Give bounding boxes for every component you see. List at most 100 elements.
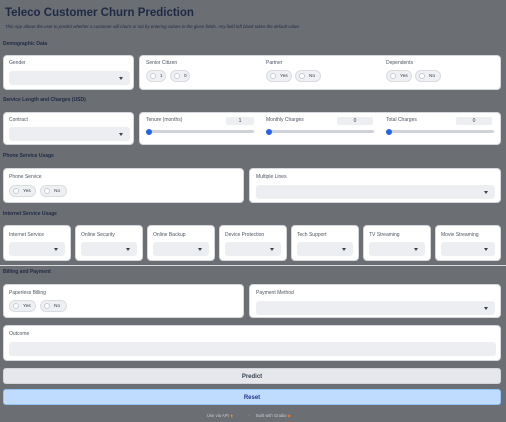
partner-label: Partner bbox=[266, 60, 283, 66]
outcome-textbox[interactable] bbox=[9, 342, 496, 356]
chevron-down-icon bbox=[126, 248, 130, 251]
radio-dot bbox=[419, 73, 425, 79]
device-protection-dropdown[interactable] bbox=[225, 242, 281, 256]
monthly-charges-slider-handle[interactable] bbox=[266, 128, 272, 135]
multiple-lines-dropdown[interactable] bbox=[256, 185, 495, 199]
outcome-panel: Outcome bbox=[3, 325, 501, 361]
section-billing: Billing and Payment bbox=[3, 269, 51, 275]
radio-dot bbox=[270, 73, 276, 79]
internet-service-dropdown[interactable] bbox=[9, 242, 65, 256]
payment-method-panel: Payment Method bbox=[249, 284, 501, 318]
tenure-slider-handle[interactable] bbox=[146, 128, 152, 135]
device-protection-label: Device Protection bbox=[225, 232, 265, 238]
page-description: This App allows the user to predict whet… bbox=[5, 24, 300, 29]
dependents-radio-yes[interactable]: Yes bbox=[386, 70, 412, 82]
phone-service-radio-no[interactable]: No bbox=[40, 185, 67, 197]
online-security-label: Online Security bbox=[81, 232, 115, 238]
section-demographic: Demographic Data bbox=[3, 41, 48, 47]
contract-dropdown[interactable] bbox=[9, 127, 130, 141]
radio-dot bbox=[13, 188, 19, 194]
total-charges-number-input[interactable]: 0 bbox=[456, 117, 492, 125]
device-protection-panel: Device Protection bbox=[219, 225, 287, 261]
monthly-charges-slider-track[interactable] bbox=[266, 130, 374, 133]
radio-dot bbox=[390, 73, 396, 79]
use-via-api-link[interactable]: Use via API ★ bbox=[207, 413, 234, 418]
online-backup-dropdown[interactable] bbox=[153, 242, 209, 256]
internet-service-panel: Internet Service bbox=[3, 225, 71, 261]
radio-dot bbox=[174, 73, 180, 79]
chevron-down-icon bbox=[414, 248, 418, 251]
paperless-billing-radio-yes[interactable]: Yes bbox=[9, 300, 36, 312]
charges-panel: Tenure (months) 1 Monthly Charges 0 Tota… bbox=[139, 112, 501, 145]
phone-service-panel: Phone Service Yes No bbox=[3, 168, 244, 203]
built-with-gradio-link[interactable]: Built with Gradio ◆ bbox=[256, 413, 291, 418]
internet-service-label: Internet Service bbox=[9, 232, 45, 238]
senior-citizen-radio-1[interactable]: 1 bbox=[146, 70, 166, 82]
contract-panel: Contract bbox=[3, 112, 134, 145]
total-charges-label: Total Charges bbox=[386, 117, 417, 123]
section-internet-service: Internet Service Usage bbox=[3, 211, 57, 217]
online-security-panel: Online Security bbox=[75, 225, 143, 261]
contract-label: Contract bbox=[9, 117, 28, 123]
tv-streaming-label: TV Streaming bbox=[369, 232, 400, 238]
radio-dot bbox=[150, 73, 156, 79]
payment-method-dropdown[interactable] bbox=[256, 301, 495, 315]
movie-streaming-dropdown[interactable] bbox=[441, 242, 495, 256]
use-via-api-label: Use via API bbox=[207, 413, 229, 418]
payment-method-label: Payment Method bbox=[256, 290, 294, 296]
section-divider bbox=[0, 265, 506, 266]
chevron-down-icon bbox=[119, 77, 123, 80]
built-with-gradio-label: Built with Gradio bbox=[256, 413, 287, 418]
tv-streaming-panel: TV Streaming bbox=[363, 225, 431, 261]
monthly-charges-number-input[interactable]: 0 bbox=[337, 117, 373, 125]
chevron-down-icon bbox=[198, 248, 202, 251]
chevron-down-icon bbox=[484, 191, 488, 194]
tech-support-dropdown[interactable] bbox=[297, 242, 353, 256]
dependents-radio-no[interactable]: No bbox=[415, 70, 441, 82]
section-phone-service: Phone Service Usage bbox=[3, 153, 54, 159]
outcome-label: Outcome bbox=[9, 331, 30, 337]
movie-streaming-label: Movie Streaming bbox=[441, 232, 479, 238]
partner-radio-yes[interactable]: Yes bbox=[266, 70, 292, 82]
radio-dot bbox=[44, 303, 50, 309]
multiple-lines-panel: Multiple Lines bbox=[249, 168, 501, 203]
tv-streaming-dropdown[interactable] bbox=[369, 242, 425, 256]
footer-separator: · bbox=[248, 413, 250, 418]
senior-citizen-label: Senior Citizen bbox=[146, 60, 178, 66]
online-backup-label: Online Backup bbox=[153, 232, 186, 238]
phone-service-radio-yes[interactable]: Yes bbox=[9, 185, 36, 197]
reset-button[interactable]: Reset bbox=[3, 389, 501, 405]
total-charges-slider-track[interactable] bbox=[386, 130, 494, 133]
radio-dot bbox=[44, 188, 50, 194]
monthly-charges-label: Monthly Charges bbox=[266, 117, 304, 123]
demographic-options-panel: Senior Citizen 1 0 Partner Yes No Depend… bbox=[139, 55, 501, 90]
phone-service-label: Phone Service bbox=[9, 174, 42, 180]
predict-button[interactable]: Predict bbox=[3, 368, 501, 384]
chevron-down-icon bbox=[54, 248, 58, 251]
paperless-billing-label: Paperless Billing bbox=[9, 290, 46, 296]
gender-dropdown[interactable] bbox=[9, 71, 130, 85]
page-title: Teleco Customer Churn Prediction bbox=[5, 7, 194, 19]
rocket-icon: ★ bbox=[229, 413, 234, 418]
chevron-down-icon bbox=[484, 248, 488, 251]
tech-support-panel: Tech Support bbox=[291, 225, 359, 261]
chevron-down-icon bbox=[270, 248, 274, 251]
gender-panel: Gender bbox=[3, 55, 134, 90]
tech-support-label: Tech Support bbox=[297, 232, 327, 238]
tenure-slider-track[interactable] bbox=[146, 130, 254, 133]
chevron-down-icon bbox=[119, 133, 123, 136]
chevron-down-icon bbox=[484, 307, 488, 310]
total-charges-slider-handle[interactable] bbox=[386, 128, 392, 135]
radio-dot bbox=[299, 73, 305, 79]
gradio-logo-icon: ◆ bbox=[287, 413, 291, 418]
online-security-dropdown[interactable] bbox=[81, 242, 137, 256]
senior-citizen-radio-0[interactable]: 0 bbox=[170, 70, 190, 82]
paperless-billing-panel: Paperless Billing Yes No bbox=[3, 284, 244, 318]
partner-radio-no[interactable]: No bbox=[295, 70, 321, 82]
multiple-lines-label: Multiple Lines bbox=[256, 174, 287, 180]
paperless-billing-radio-no[interactable]: No bbox=[40, 300, 67, 312]
tenure-number-input[interactable]: 1 bbox=[226, 117, 254, 125]
dependents-label: Dependents bbox=[386, 60, 413, 66]
radio-dot bbox=[13, 303, 19, 309]
section-service-length: Service Length and Charges (USD) bbox=[3, 97, 86, 103]
